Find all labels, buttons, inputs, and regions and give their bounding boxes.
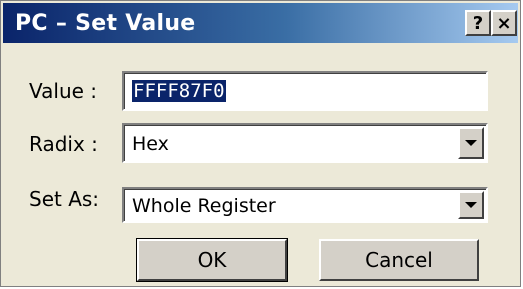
setas-select[interactable]: Whole Register [122, 187, 488, 223]
value-input[interactable]: FFFF87F0 [122, 71, 488, 111]
title-bar[interactable]: PC – Set Value ? × [3, 3, 518, 43]
chevron-down-icon [465, 140, 477, 146]
setas-selected-value: Whole Register [132, 195, 276, 217]
value-label: Value : [29, 79, 98, 103]
help-button[interactable]: ? [465, 10, 491, 36]
radix-label: Radix : [29, 132, 98, 156]
radix-select[interactable]: Hex [122, 123, 488, 163]
chevron-down-icon [465, 202, 477, 208]
cancel-button[interactable]: Cancel [319, 239, 479, 281]
set-value-dialog: PC – Set Value ? × Value : FFFF87F0 Radi… [0, 0, 521, 287]
help-icon: ? [472, 12, 484, 34]
setas-dropdown-button[interactable] [458, 191, 484, 219]
value-text: FFFF87F0 [132, 80, 226, 102]
dialog-title: PC – Set Value [15, 11, 196, 36]
close-icon: × [496, 12, 512, 34]
ok-button[interactable]: OK [136, 238, 288, 282]
close-button[interactable]: × [491, 10, 517, 36]
radix-dropdown-button[interactable] [458, 127, 484, 159]
radix-selected-value: Hex [132, 133, 169, 155]
setas-label: Set As: [29, 187, 100, 211]
